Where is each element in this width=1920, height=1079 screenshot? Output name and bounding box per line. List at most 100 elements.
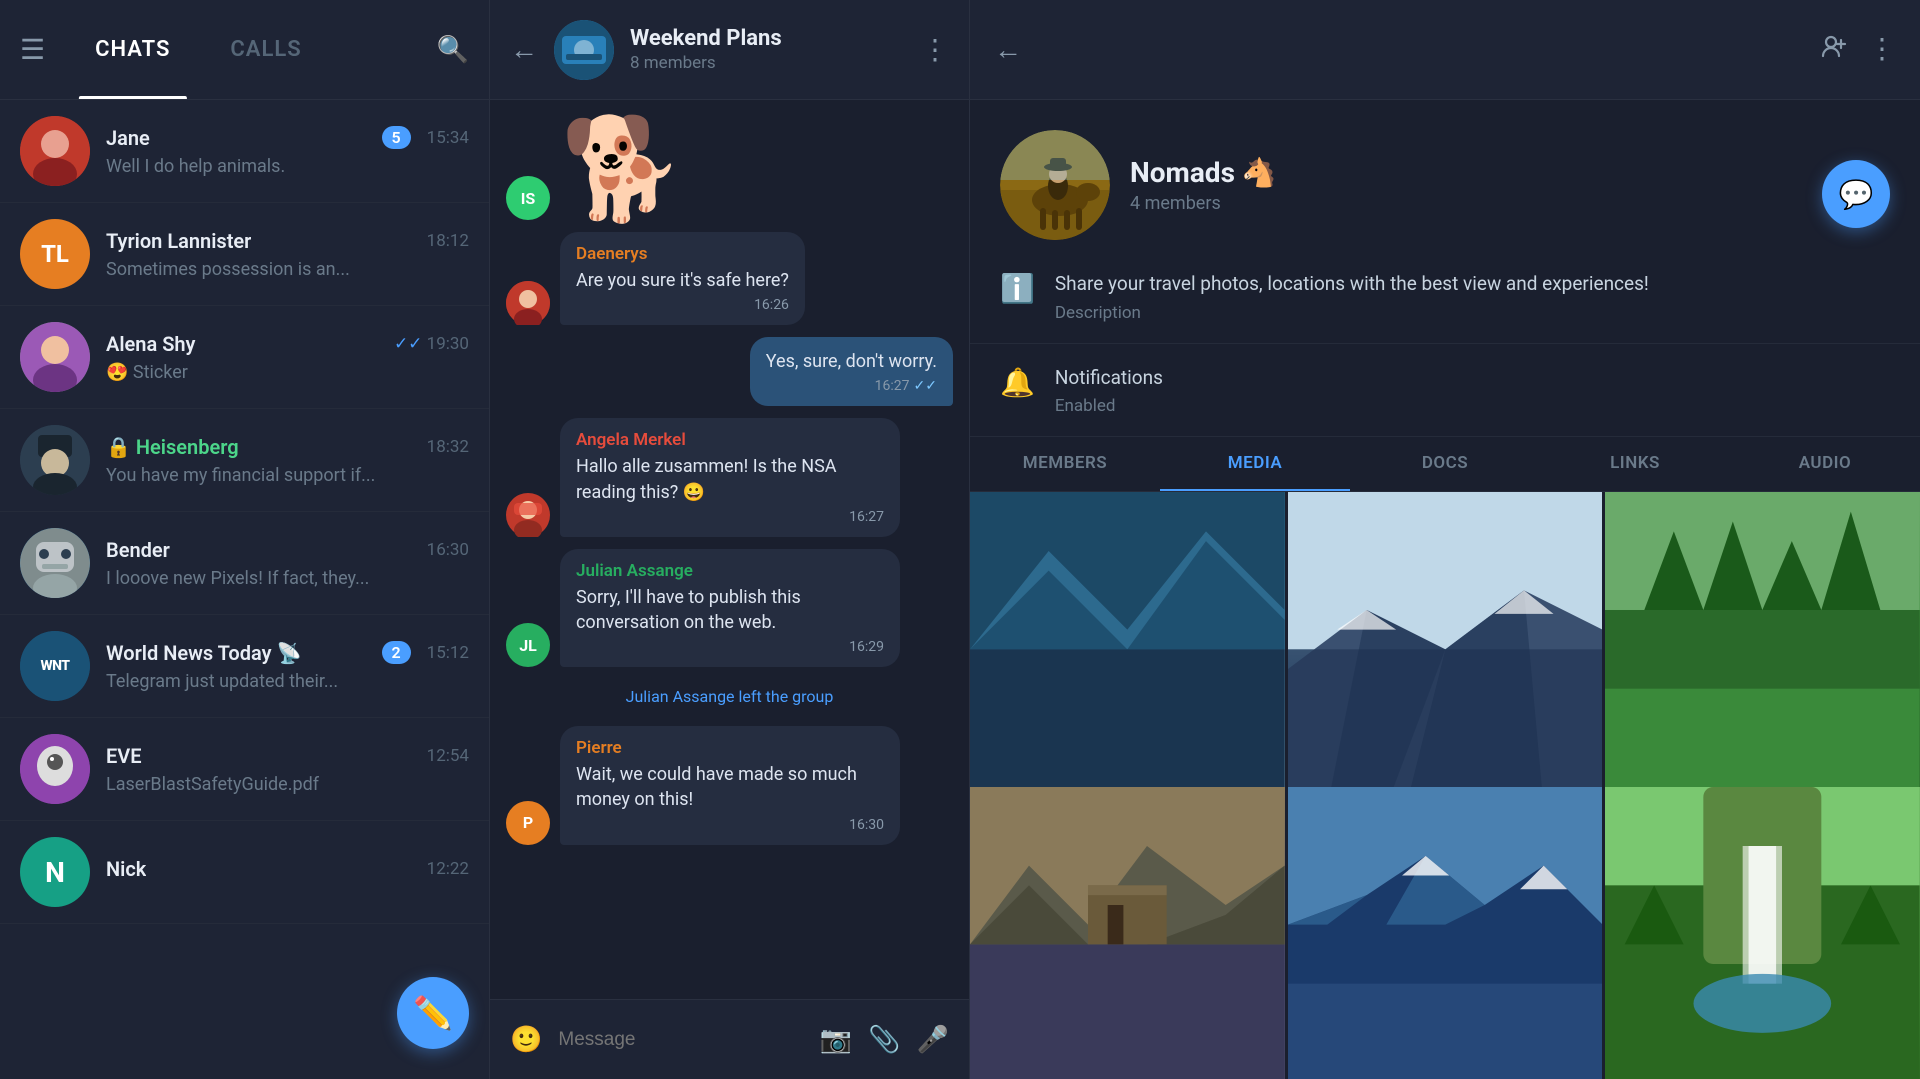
tab-members[interactable]: MEMBERS [970,437,1160,491]
system-username: Julian Assange [626,687,735,706]
chat-preview: Telegram just updated their... [106,671,469,692]
sender-name: Angela Merkel [576,430,884,450]
chat-name: Tyrion Lannister [106,229,251,253]
tab-media[interactable]: MEDIA [1160,437,1350,491]
media-tabs: MEMBERS MEDIA DOCS LINKS AUDIO [970,437,1920,492]
message-text: Are you sure it's safe here? [576,268,789,293]
hamburger-icon[interactable]: ☰ [20,33,45,66]
chat-header-info: Weekend Plans 8 members [630,26,905,73]
chat-name-row: Tyrion Lannister 18:12 [106,229,469,253]
group-name-section: Nomads 🐴 4 members [1130,156,1277,214]
message-input[interactable] [558,1029,804,1051]
media-item[interactable] [1605,492,1920,807]
list-item[interactable]: TL Tyrion Lannister 18:12 Sometimes poss… [0,203,489,306]
message-avatar [506,493,550,537]
chat-info: Bender 16:30 I looove new Pixels! If fac… [106,538,469,589]
emoji-button[interactable]: 🙂 [510,1025,542,1055]
group-profile-name: Nomads 🐴 [1130,156,1277,189]
chat-info: Jane 5 15:34 Well I do help animals. [106,126,469,177]
notifications-row[interactable]: 🔔 Notifications Enabled [970,344,1920,438]
media-item[interactable] [1605,787,1920,1079]
chat-time: 16:30 [427,540,469,560]
chat-name-row: Jane 5 15:34 [106,126,469,150]
chat-info: World News Today 📡 2 15:12 Telegram just… [106,641,469,692]
camera-button[interactable]: 📷 [820,1025,852,1055]
back-button[interactable]: ← [510,33,538,66]
message-bubble: Angela Merkel Hallo alle zusammen! Is th… [560,418,900,536]
list-item[interactable]: 🔒 Heisenberg 18:32 You have my financial… [0,409,489,512]
chat-preview: Sometimes possession is an... [106,259,469,280]
message-text: Wait, we could have made so much money o… [576,762,884,812]
more-options-button[interactable]: ⋮ [921,33,949,66]
tab-docs[interactable]: DOCS [1350,437,1540,491]
list-item[interactable]: Alena Shy ✓✓ 19:30 😍 Sticker [0,306,489,409]
sticker: 🐕 [560,120,685,220]
message-time: 16:30 [576,817,884,833]
chat-list: Jane 5 15:34 Well I do help animals. TL … [0,100,489,1079]
list-item[interactable]: WNT World News Today 📡 2 15:12 Telegram … [0,615,489,718]
chat-name-row: Alena Shy ✓✓ 19:30 [106,332,469,356]
message-text: Hallo alle zusammen! Is the NSA reading … [576,454,884,504]
info-icon: ℹ️ [1000,272,1035,305]
chat-time: 15:34 [427,128,469,148]
avatar: N [20,837,90,907]
media-item[interactable] [970,492,1285,807]
msg-row: P Pierre Wait, we could have made so muc… [506,726,953,844]
media-item[interactable] [1288,492,1603,807]
list-item[interactable]: Bender 16:30 I looove new Pixels! If fac… [0,512,489,615]
chat-name-row: Nick 12:22 [106,857,469,881]
chat-name: World News Today 📡 [106,641,301,665]
messages-area: IS 🐕 Daenerys Are you sure it's safe her… [490,100,969,999]
group-members: 8 members [630,53,905,73]
chat-name-row: EVE 12:54 [106,744,469,768]
msg-row: Angela Merkel Hallo alle zusammen! Is th… [506,418,953,536]
avatar [20,322,90,392]
message-text: Sorry, I'll have to publish this convers… [576,585,884,635]
avatar: WNT [20,631,90,701]
back-button[interactable]: ← [994,33,1022,66]
bell-icon: 🔔 [1000,366,1035,399]
tab-audio[interactable]: AUDIO [1730,437,1920,491]
profile-section: Nomads 🐴 4 members 💬 [970,100,1920,250]
avatar [20,528,90,598]
chat-preview: Well I do help animals. [106,156,469,177]
tab-calls[interactable]: CALLS [200,0,331,99]
chat-info: 🔒 Heisenberg 18:32 You have my financial… [106,435,469,486]
more-options-button[interactable]: ⋮ [1868,32,1896,67]
sender-name: Pierre [576,738,884,758]
group-avatar [554,20,614,80]
msg-row: Yes, sure, don't worry. 16:27 ✓✓ [506,337,953,406]
list-item[interactable]: EVE 12:54 LaserBlastSafetyGuide.pdf [0,718,489,821]
list-item[interactable]: Jane 5 15:34 Well I do help animals. [0,100,489,203]
sender-name: Julian Assange [576,561,884,581]
chat-time: 12:22 [427,859,469,879]
tabs: CHATS CALLS [65,0,417,99]
description-row: ℹ️ Share your travel photos, locations w… [970,250,1920,344]
group-name: Weekend Plans [630,26,905,51]
chat-name: 🔒 Heisenberg [106,435,239,459]
list-item[interactable]: N Nick 12:22 [0,821,489,924]
media-item[interactable] [970,787,1285,1079]
left-header: ☰ CHATS CALLS 🔍 [0,0,489,100]
tab-chats[interactable]: CHATS [65,0,200,99]
description-label: Description [1055,303,1890,323]
media-item[interactable] [1288,787,1603,1079]
message-avatar [506,281,550,325]
compose-button[interactable]: ✏️ [397,977,469,1049]
chat-name: EVE [106,744,142,768]
mic-button[interactable]: 🎤 [917,1025,949,1055]
search-icon[interactable]: 🔍 [437,35,469,65]
avatar [20,116,90,186]
right-header: ← ⋮ [970,0,1920,100]
message-bubble: Julian Assange Sorry, I'll have to publi… [560,549,900,667]
chat-info: Tyrion Lannister 18:12 Sometimes possess… [106,229,469,280]
message-fab-button[interactable]: 💬 [1822,160,1890,228]
description-content: Share your travel photos, locations with… [1055,270,1890,323]
message-time: 16:27 ✓✓ [766,378,937,394]
chat-name-row: Bender 16:30 [106,538,469,562]
attach-button[interactable]: 📎 [868,1025,900,1055]
msg-row: JL Julian Assange Sorry, I'll have to pu… [506,549,953,667]
unread-badge: 2 [382,641,411,664]
tab-links[interactable]: LINKS [1540,437,1730,491]
add-member-button[interactable] [1820,32,1848,67]
